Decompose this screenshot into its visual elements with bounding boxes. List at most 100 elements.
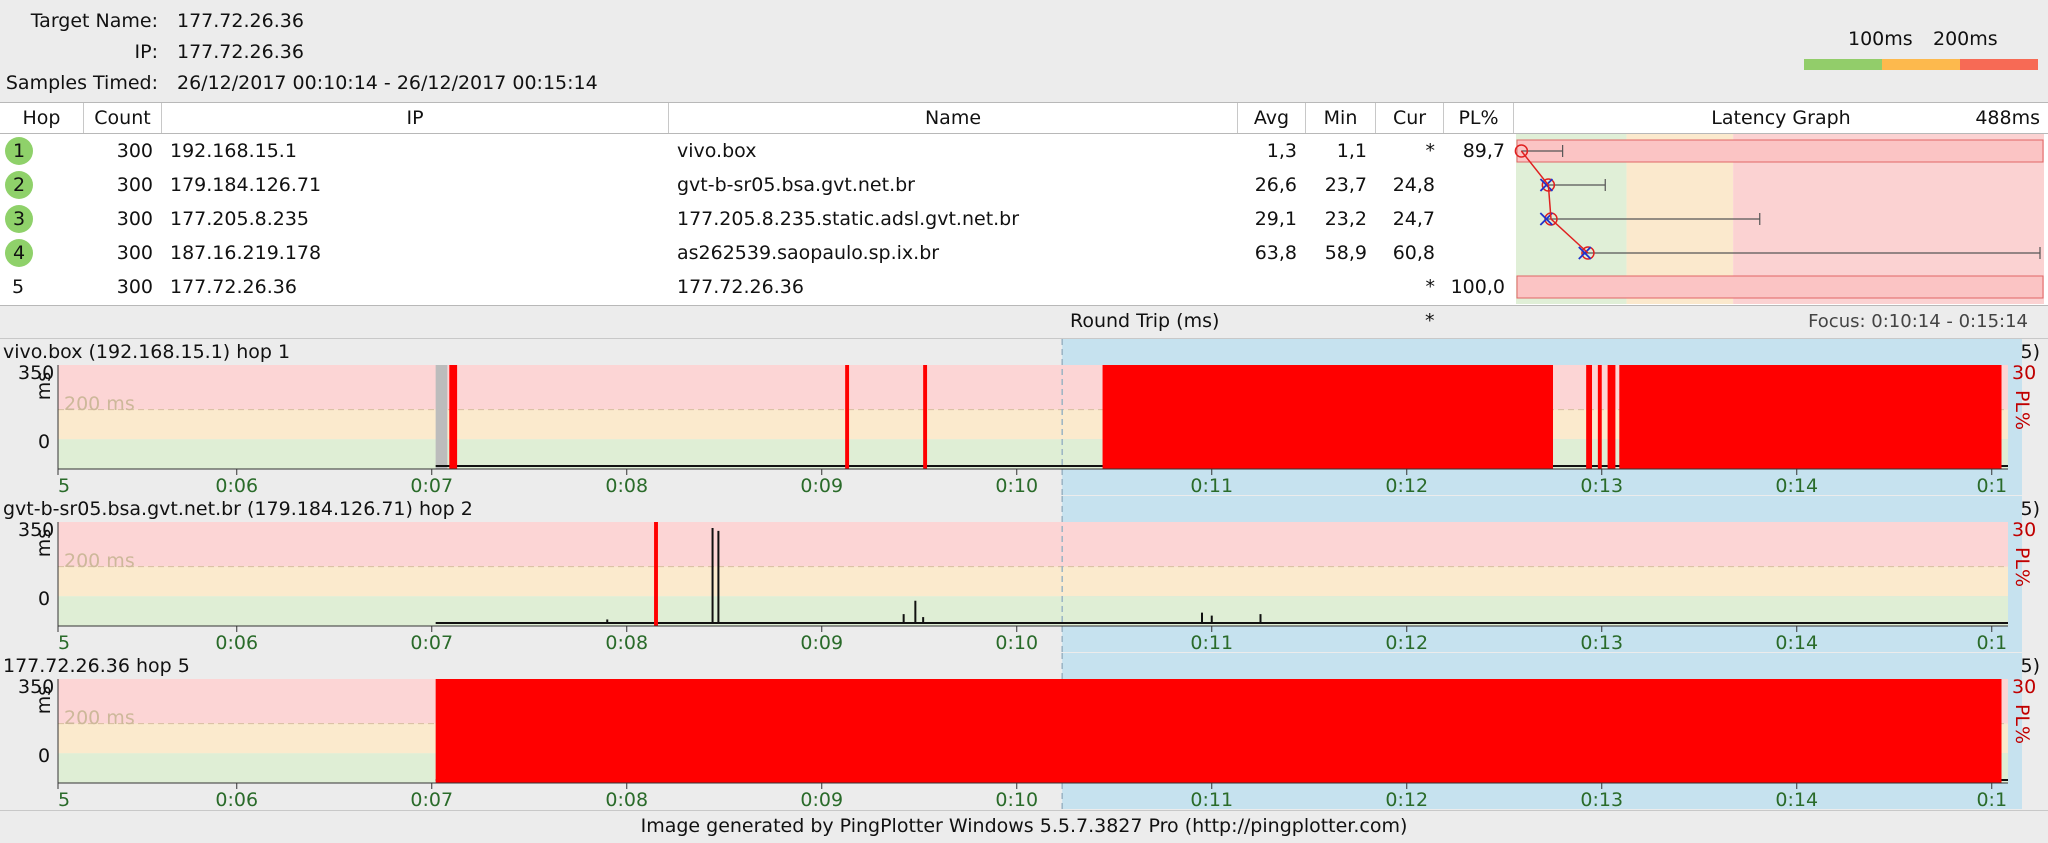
cell-name: as262539.saopaulo.sp.ix.br — [677, 242, 940, 264]
target-name-value: 177.72.26.36 — [177, 10, 304, 32]
col-pl[interactable]: PL% — [1444, 103, 1514, 133]
cell-ip: 177.205.8.235 — [170, 208, 310, 230]
cell-min: 1,1 — [1336, 140, 1367, 162]
y-axis-label: ms — [33, 685, 56, 715]
x-tick-label: 0:13 — [1580, 789, 1623, 810]
cell-avg — [1238, 270, 1306, 304]
reference-200ms-label: 200 ms — [64, 393, 135, 415]
x-tick-label: 0:1 — [1976, 632, 2007, 653]
chart-canvas: 5 0:06 0:07 0:08 0:09 0:10 0:11 0:12 0:13 0:14 0:1 — [57, 496, 2022, 653]
cell-pl — [1444, 168, 1514, 202]
cell-min — [1306, 270, 1376, 304]
cell-cur: * — [1425, 140, 1436, 162]
cell-pl: 100,0 — [1450, 276, 1505, 298]
cell-pl — [1444, 202, 1514, 236]
cell-cur: 24,8 — [1392, 174, 1435, 196]
table-row[interactable]: 3 300 177.205.8.235 177.205.8.235.static.ad… — [0, 202, 2048, 236]
x-tick-label: 0:07 — [410, 475, 453, 496]
table-row[interactable]: 2 300 179.184.126.71 gvt-b-sr05.bsa.gvt.net… — [0, 168, 2048, 202]
cell-avg: 26,6 — [1254, 174, 1297, 196]
x-tick-label: 0:06 — [215, 475, 258, 496]
x-tick-label: 0:10 — [995, 475, 1038, 496]
cell-ip: 177.72.26.36 — [170, 276, 297, 298]
x-tick-label: 0:13 — [1580, 475, 1623, 496]
cell-count: 300 — [116, 276, 153, 298]
cell-avg: 63,8 — [1254, 242, 1297, 264]
x-tick-label: 0:10 — [995, 632, 1038, 653]
col-min[interactable]: Min — [1306, 103, 1376, 133]
col-count[interactable]: Count — [84, 103, 162, 133]
packet-loss-mark — [923, 365, 928, 469]
x-tick-label: 5 — [58, 789, 70, 810]
col-hop[interactable]: Hop — [0, 103, 84, 133]
x-tick-label: 5 — [58, 475, 70, 496]
samples-label: Samples Timed: — [5, 72, 158, 94]
hop-chart[interactable]: vivo.box (192.168.15.1) hop 110 minutes … — [0, 339, 2048, 497]
x-tick-label: 0:14 — [1775, 789, 1818, 810]
table-row[interactable]: 5 300 177.72.26.36 177.72.26.36 * 100,0 — [0, 270, 2048, 304]
cell-cur: 24,7 — [1392, 208, 1435, 230]
y-min-label: 0 — [38, 745, 51, 767]
footer-credit: Image generated by PingPlotter Windows 5… — [640, 815, 1408, 837]
packet-loss-mark — [1102, 365, 1554, 469]
col-cur[interactable]: Cur — [1376, 103, 1444, 133]
cell-ip: 192.168.15.1 — [170, 140, 297, 162]
latency-color-legend — [1804, 59, 2038, 70]
data-gap — [435, 365, 448, 469]
packet-loss-mark — [1586, 365, 1593, 469]
pl-max-label: 30 — [2012, 519, 2037, 541]
legend-red-swatch — [1960, 59, 2038, 70]
target-name-label: Target Name: — [30, 10, 158, 32]
packet-loss-mark — [1619, 365, 2002, 469]
legend-orange-swatch — [1882, 59, 1960, 70]
table-row[interactable]: 4 300 187.16.219.178 as262539.saopaulo.sp.i… — [0, 236, 2048, 270]
pl-max-label: 30 — [2012, 362, 2037, 384]
col-latency-graph-label: Latency Graph — [1711, 107, 1851, 129]
hop-chart[interactable]: 177.72.26.36 hop 510 minutes (0:05:05 - … — [0, 653, 2048, 811]
hop-status-badge: 1 — [5, 137, 33, 165]
y-min-label: 0 — [38, 588, 51, 610]
cell-name: vivo.box — [677, 140, 757, 162]
samples-value: 26/12/2017 00:10:14 - 26/12/2017 00:15:1… — [177, 72, 598, 94]
cell-min: 23,2 — [1324, 208, 1367, 230]
hop-chart[interactable]: gvt-b-sr05.bsa.gvt.net.br (179.184.126.7… — [0, 496, 2048, 654]
round-trip-label: Round Trip (ms) — [1070, 310, 1220, 332]
x-tick-label: 0:09 — [800, 475, 843, 496]
cell-avg: 1,3 — [1266, 140, 1297, 162]
x-tick-label: 0:12 — [1385, 789, 1428, 810]
x-tick-label: 0:09 — [800, 789, 843, 810]
col-ip[interactable]: IP — [162, 103, 669, 133]
col-name[interactable]: Name — [669, 103, 1238, 133]
x-tick-label: 0:12 — [1385, 475, 1428, 496]
cell-name: gvt-b-sr05.bsa.gvt.net.br — [677, 174, 915, 196]
cell-cur: 60,8 — [1392, 242, 1435, 264]
x-tick-label: 0:13 — [1580, 632, 1623, 653]
chart-canvas: 5 0:06 0:07 0:08 0:09 0:10 0:11 0:12 0:13 0:14 0:1 — [57, 339, 2022, 496]
hop-status-badge: 3 — [5, 205, 33, 233]
x-tick-label: 0:08 — [605, 789, 648, 810]
pl-axis-label: PL% — [2011, 703, 2034, 745]
col-latency-graph[interactable]: Latency Graph 488ms — [1514, 103, 2048, 133]
hop-table: Hop Count IP Name Avg Min Cur PL% Latenc… — [0, 102, 2048, 306]
cell-count: 300 — [116, 174, 153, 196]
hop-status-badge: 2 — [5, 171, 33, 199]
focus-range: Focus: 0:10:14 - 0:15:14 — [1808, 311, 2028, 332]
x-tick-label: 0:11 — [1190, 475, 1233, 496]
cell-min: 58,9 — [1324, 242, 1367, 264]
cell-min: 23,7 — [1324, 174, 1367, 196]
cell-ip: 187.16.219.178 — [170, 242, 322, 264]
table-row[interactable]: 1 300 192.168.15.1 vivo.box 1,3 1,1 * 89,7 — [0, 134, 2048, 168]
cell-avg: 29,1 — [1254, 208, 1297, 230]
round-trip-bar: Round Trip (ms) * Focus: 0:10:14 - 0:15:… — [0, 306, 2048, 339]
chart-canvas: 5 0:06 0:07 0:08 0:09 0:10 0:11 0:12 0:13 0:14 0:1 — [57, 653, 2022, 810]
pl-max-label: 30 — [2012, 676, 2037, 698]
reference-200ms-label: 200 ms — [64, 707, 135, 729]
col-avg[interactable]: Avg — [1238, 103, 1306, 133]
packet-loss-mark — [1607, 365, 1616, 469]
x-tick-label: 0:1 — [1976, 789, 2007, 810]
reference-200ms-label: 200 ms — [64, 550, 135, 572]
x-tick-label: 0:07 — [410, 789, 453, 810]
y-min-label: 0 — [38, 431, 51, 453]
x-tick-label: 0:10 — [995, 789, 1038, 810]
y-axis-label: ms — [33, 371, 56, 401]
